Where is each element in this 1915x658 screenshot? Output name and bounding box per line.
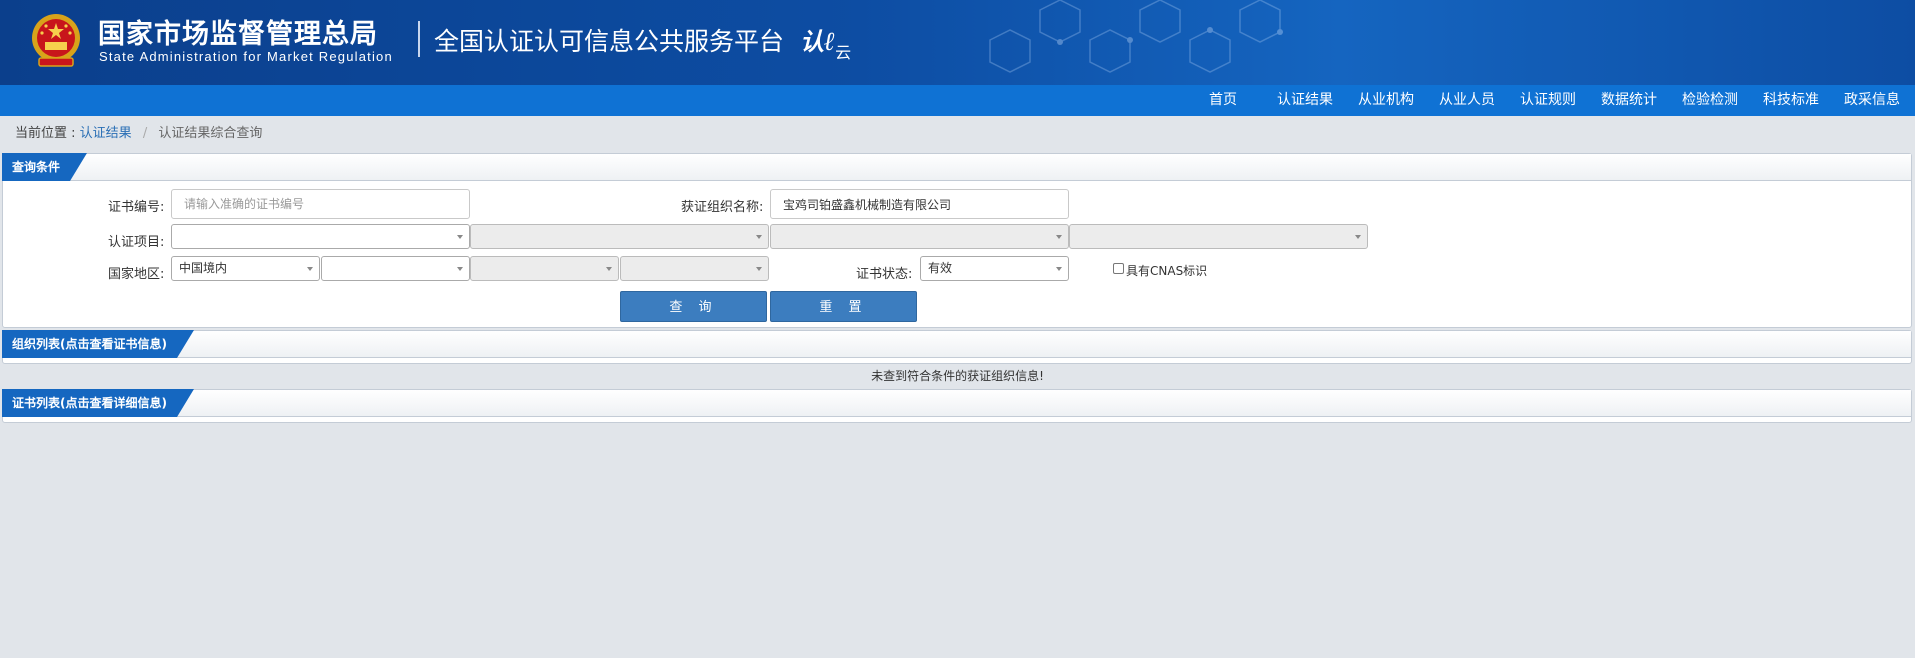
project-select-3[interactable] (770, 224, 1069, 249)
region-select-province[interactable] (321, 256, 470, 281)
region-label: 国家地区: (108, 267, 165, 282)
breadcrumb-separator: / (142, 126, 148, 141)
org-name-en: State Administration for Market Regulati… (99, 49, 393, 64)
logo-small: 云 (835, 43, 852, 62)
chevron-down-icon (1355, 235, 1361, 239)
cert-no-label: 证书编号: (108, 200, 165, 215)
chevron-down-icon (606, 267, 612, 271)
renyun-logo[interactable]: 认ℓ云 (800, 22, 851, 62)
org-name-label: 获证组织名称: (681, 200, 764, 215)
cert-list-panel-header: 证书列表(点击查看详细信息) (2, 389, 1911, 417)
org-name-cn: 国家市场监督管理总局 (98, 19, 378, 50)
nav-item-inspection[interactable]: 检验检测 (1682, 85, 1738, 116)
nav-item-cert-rules[interactable]: 认证规则 (1520, 85, 1576, 116)
project-select-4[interactable] (1069, 224, 1368, 249)
cert-list-panel: 证书列表(点击查看详细信息) (2, 389, 1912, 423)
chevron-down-icon (1056, 235, 1062, 239)
cnas-checkbox[interactable] (1113, 263, 1124, 274)
nav-item-cert-results[interactable]: 认证结果 (1277, 85, 1333, 116)
cnas-label: 具有CNAS标识 (1126, 264, 1208, 278)
cert-list-panel-title: 证书列表(点击查看详细信息) (2, 389, 194, 417)
status-select[interactable]: 有效 (920, 256, 1069, 281)
chevron-down-icon (756, 267, 762, 271)
header-banner: 国家市场监督管理总局 State Administration for Mark… (0, 0, 1915, 85)
org-list-panel: 组织列表(点击查看证书信息) (2, 330, 1912, 364)
region-select-district[interactable] (620, 256, 769, 281)
breadcrumb: 当前位置 : 认证结果 / 认证结果综合查询 (15, 122, 262, 141)
platform-title: 全国认证认可信息公共服务平台 (434, 27, 785, 56)
nav-item-institutions[interactable]: 从业机构 (1358, 85, 1414, 116)
header-divider (418, 21, 420, 57)
breadcrumb-current: 认证结果综合查询 (158, 126, 263, 141)
reset-button[interactable]: 重 置 (770, 291, 917, 322)
org-list-panel-title: 组织列表(点击查看证书信息) (2, 330, 194, 358)
query-panel-title: 查询条件 (2, 153, 88, 181)
chevron-down-icon (756, 235, 762, 239)
query-button[interactable]: 查 询 (620, 291, 767, 322)
hexagon-pattern-decoration (989, 0, 1283, 73)
project-label: 认证项目: (108, 235, 165, 250)
chevron-down-icon (1056, 267, 1062, 271)
logo-main: 认 (800, 27, 824, 56)
nav-item-standards[interactable]: 科技标准 (1763, 85, 1819, 116)
query-panel-header: 查询条件 (2, 153, 1911, 181)
project-select-1[interactable] (171, 224, 470, 249)
chevron-down-icon (457, 235, 463, 239)
project-select-2[interactable] (470, 224, 769, 249)
main-nav: 首页 认证结果 从业机构 从业人员 认证规则 数据统计 检验检测 科技标准 政采… (0, 85, 1915, 116)
org-list-empty-message: 未查到符合条件的获证组织信息! (871, 369, 1044, 383)
org-name-input[interactable] (770, 189, 1069, 219)
breadcrumb-link[interactable]: 认证结果 (80, 126, 132, 141)
region-select-country[interactable]: 中国境内 (171, 256, 320, 281)
national-emblem-icon (32, 14, 80, 67)
cert-no-input[interactable] (171, 189, 470, 219)
chevron-down-icon (307, 267, 313, 271)
nav-item-procurement[interactable]: 政采信息 (1844, 85, 1900, 116)
breadcrumb-prefix: 当前位置 : (15, 126, 76, 141)
status-label: 证书状态: (856, 267, 913, 282)
nav-item-statistics[interactable]: 数据统计 (1601, 85, 1657, 116)
nav-item-home[interactable]: 首页 (1209, 85, 1237, 116)
chevron-down-icon (457, 267, 463, 271)
nav-item-personnel[interactable]: 从业人员 (1439, 85, 1495, 116)
region-select-city[interactable] (470, 256, 619, 281)
org-list-panel-header: 组织列表(点击查看证书信息) (2, 330, 1911, 358)
